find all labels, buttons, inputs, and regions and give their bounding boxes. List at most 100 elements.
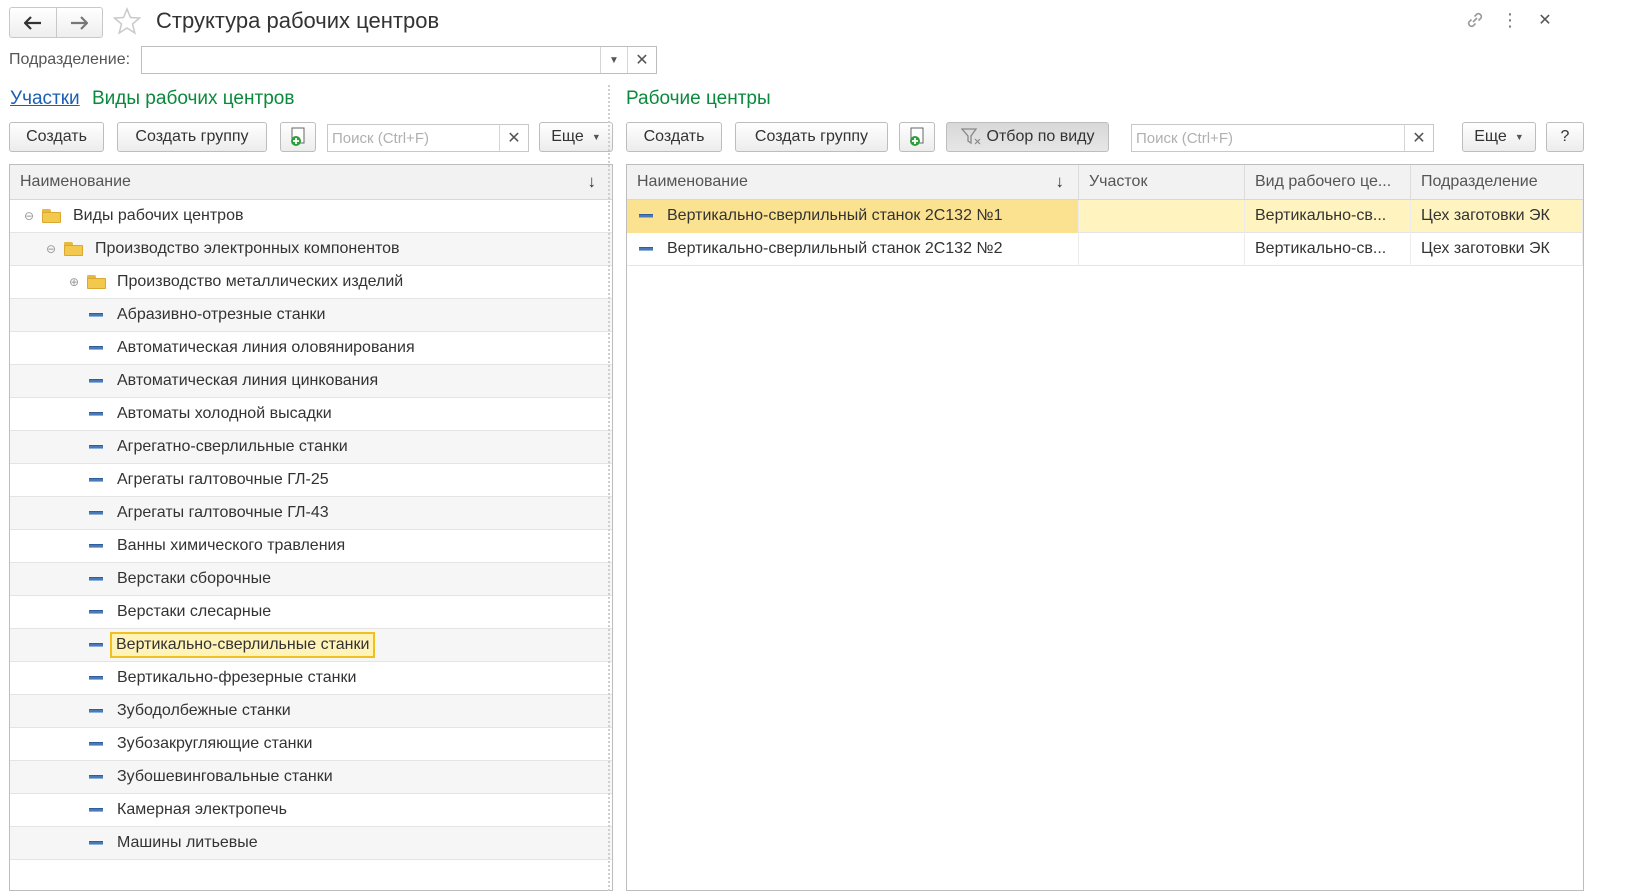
table-header: Наименование ↓ Участок Вид рабочего це..… (627, 165, 1583, 200)
tree-row[interactable]: Агрегаты галтовочные ГЛ-25 (10, 464, 612, 497)
workcenter-kinds-tree[interactable]: Наименование ↓ ⊖ Виды рабочих центров ⊖ Про… (9, 164, 613, 891)
item-icon (89, 709, 103, 713)
more-actions-button[interactable]: ⋮ (1498, 8, 1522, 32)
tree-row[interactable]: ⊖ Производство электронных компонентов (10, 233, 612, 266)
column-name-header[interactable]: Наименование ↓ (10, 165, 612, 199)
link-icon (1467, 12, 1483, 28)
right-search-input[interactable] (1132, 125, 1411, 151)
table-cell: Вертикально-сверлильный станок 2С132 №1 (627, 199, 1079, 233)
right-copy-button[interactable] (899, 122, 935, 152)
right-more-button[interactable]: Еще ▼ (1462, 122, 1536, 152)
tree-row-label: Агрегаты галтовочные ГЛ-43 (117, 504, 329, 521)
close-icon: ✕ (1538, 12, 1552, 29)
tree-row-label: Производство электронных компонентов (95, 240, 400, 257)
folder-icon (42, 209, 62, 223)
item-icon (89, 610, 103, 614)
tree-row[interactable]: Абразивно-отрезные станки (10, 299, 612, 332)
chevron-down-icon: ▼ (591, 132, 601, 142)
tree-row-label: Агрегатно-сверлильные станки (117, 438, 348, 455)
cell-name: Вертикально-сверлильный станок 2С132 №2 (667, 240, 1003, 257)
favorite-star-button[interactable] (112, 7, 142, 35)
item-icon (89, 808, 103, 812)
left-more-label: Еще (551, 128, 584, 145)
division-clear-button[interactable]: ✕ (627, 47, 656, 73)
close-window-button[interactable]: ✕ (1533, 8, 1557, 32)
left-create-group-button[interactable]: Создать группу (117, 122, 267, 152)
left-more-button[interactable]: Еще ▼ (539, 122, 613, 152)
tree-row-label: Виды рабочих центров (73, 207, 244, 224)
tree-row[interactable]: Зубозакругляющие станки (10, 728, 612, 761)
cell-name: Вертикально-сверлильный станок 2С132 №1 (667, 207, 1003, 224)
tree-row[interactable]: Автоматическая линия оловянирования (10, 332, 612, 365)
column-section-header[interactable]: Участок (1079, 165, 1245, 199)
tree-row[interactable]: Вертикально-фрезерные станки (10, 662, 612, 695)
tree-row-label: Камерная электропечь (117, 801, 287, 818)
tree-row-label: Абразивно-отрезные станки (117, 306, 326, 323)
right-search-clear-button[interactable]: ✕ (1404, 125, 1433, 151)
table-row[interactable]: Вертикально-сверлильный станок 2С132 №2 В… (627, 232, 1583, 266)
tree-row[interactable]: Зубодолбежные станки (10, 695, 612, 728)
right-more-label: Еще (1474, 128, 1507, 145)
item-icon (89, 379, 103, 383)
tree-row-label: Вертикально-сверлильные станки (109, 632, 376, 658)
filter-by-kind-label: Отбор по виду (986, 128, 1095, 145)
tree-row[interactable]: Машины литьевые (10, 827, 612, 860)
help-button[interactable]: ? (1546, 122, 1584, 152)
column-division-header[interactable]: Подразделение (1411, 165, 1583, 199)
right-create-group-button[interactable]: Создать группу (735, 122, 888, 152)
column-kind-header[interactable]: Вид рабочего це... (1245, 165, 1411, 199)
right-create-button[interactable]: Создать (626, 122, 722, 152)
tree-row[interactable]: Автоматическая линия цинкования (10, 365, 612, 398)
forward-arrow-icon (71, 15, 89, 30)
tree-row-label: Производство металлических изделий (117, 273, 404, 290)
table-row[interactable]: Вертикально-сверлильный станок 2С132 №1 В… (627, 199, 1583, 233)
tree-row[interactable]: Автоматы холодной высадки (10, 398, 612, 431)
tree-row[interactable]: ⊖ Виды рабочих центров (10, 200, 612, 233)
left-search-input[interactable] (328, 125, 506, 151)
workcenters-table[interactable]: Наименование ↓ Участок Вид рабочего це..… (626, 164, 1584, 891)
tree-row[interactable]: Зубошевинговальные станки (10, 761, 612, 794)
tree-row[interactable]: Вертикально-сверлильные станки (10, 629, 612, 662)
tree-row[interactable]: Агрегатно-сверлильные станки (10, 431, 612, 464)
forward-button[interactable] (55, 8, 103, 37)
copy-add-icon (291, 127, 305, 146)
item-icon (89, 577, 103, 581)
tree-header: Наименование ↓ (10, 165, 612, 200)
table-cell: Цех заготовки ЭК (1411, 232, 1583, 266)
page-title: Структура рабочих центров (156, 8, 440, 33)
left-copy-button[interactable] (280, 122, 316, 152)
tree-row[interactable]: Агрегаты галтовочные ГЛ-43 (10, 497, 612, 530)
column-name-header[interactable]: Наименование ↓ (627, 165, 1079, 199)
link-button[interactable] (1463, 8, 1487, 32)
tree-row-label: Верстаки слесарные (117, 603, 272, 620)
left-search-clear-button[interactable]: ✕ (499, 125, 528, 151)
division-dropdown-button[interactable]: ▼ (600, 47, 627, 73)
table-cell: Цех заготовки ЭК (1411, 199, 1583, 233)
sort-down-icon: ↓ (1055, 172, 1065, 191)
column-name-label: Наименование (20, 173, 131, 190)
right-search-field[interactable]: ✕ (1131, 124, 1434, 152)
left-create-button[interactable]: Создать (9, 122, 104, 152)
tree-row-label: Автоматическая линия оловянирования (117, 339, 415, 356)
tree-row-label: Зубозакругляющие станки (117, 735, 313, 752)
item-icon (89, 511, 103, 515)
tree-row[interactable]: Верстаки сборочные (10, 563, 612, 596)
pane-splitter[interactable] (608, 85, 610, 891)
filter-by-kind-button[interactable]: Отбор по виду (946, 122, 1109, 152)
folder-icon (64, 242, 84, 256)
tree-row-label: Зубодолбежные станки (117, 702, 291, 719)
tree-row[interactable]: ⊕ Производство металлических изделий (10, 266, 612, 299)
tree-row[interactable]: Ванны химического травления (10, 530, 612, 563)
tab-workcenter-kinds[interactable]: Виды рабочих центров (92, 87, 294, 111)
collapse-icon[interactable]: ⊖ (22, 209, 36, 223)
left-search-field[interactable]: ✕ (327, 124, 529, 152)
collapse-icon[interactable]: ⊖ (44, 242, 58, 256)
tree-row[interactable]: Верстаки слесарные (10, 596, 612, 629)
tree-row[interactable]: Камерная электропечь (10, 794, 612, 827)
tree-row-label: Агрегаты галтовочные ГЛ-25 (117, 471, 329, 488)
tab-sections[interactable]: Участки (10, 87, 80, 111)
star-icon (112, 7, 142, 35)
back-button[interactable] (10, 8, 56, 37)
expand-icon[interactable]: ⊕ (67, 275, 81, 289)
division-field[interactable]: ▼ ✕ (141, 46, 657, 74)
